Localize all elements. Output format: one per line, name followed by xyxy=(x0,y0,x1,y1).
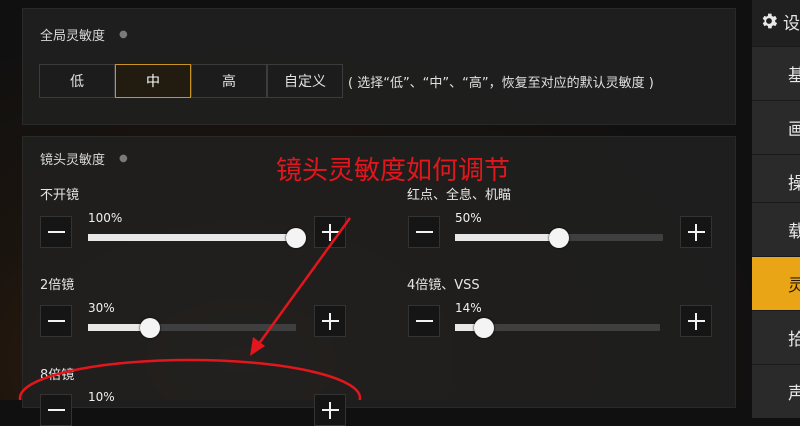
sidebar-header: 设 xyxy=(752,0,800,42)
sidebar-item-sensitivity[interactable]: 灵 xyxy=(752,256,800,310)
sidebar-item-pickup[interactable]: 拾 xyxy=(752,310,800,364)
sidebar-item-basic[interactable]: 基 xyxy=(752,46,800,100)
settings-sidebar: 设 基 画 操 载 灵 拾 声 xyxy=(752,0,800,418)
sidebar-item-graphics[interactable]: 画 xyxy=(752,100,800,154)
annotation-arrow-line xyxy=(256,217,352,346)
sidebar-item-sound[interactable]: 声 xyxy=(752,364,800,418)
gear-icon xyxy=(762,13,778,29)
annotation-ellipse xyxy=(18,358,362,400)
sidebar-item-controls[interactable]: 操 xyxy=(752,154,800,208)
annotation-overlay xyxy=(18,217,362,400)
sidebar-item-vehicle[interactable]: 载 xyxy=(752,202,800,256)
sidebar-title: 设 xyxy=(783,13,800,34)
